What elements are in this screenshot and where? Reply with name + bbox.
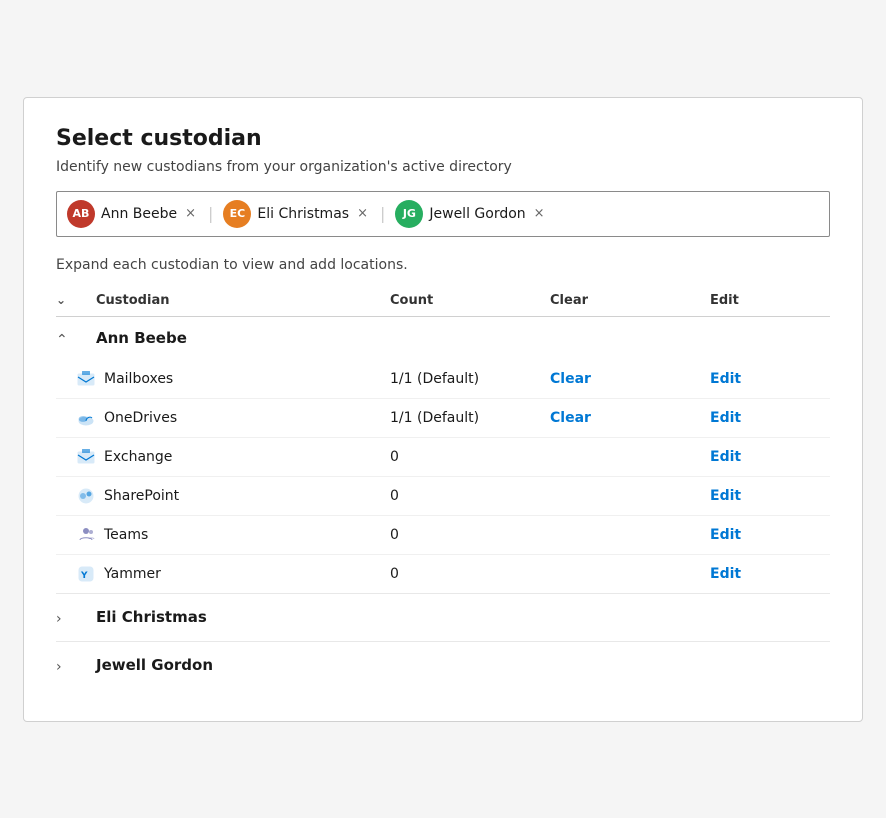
row-label-mailboxes: Mailboxes <box>96 371 390 387</box>
sharepoint-icon <box>56 487 96 505</box>
edit-yammer-button[interactable]: Edit <box>710 566 830 582</box>
tag-eli-christmas: EC Eli Christmas × <box>223 200 370 228</box>
header-edit: Edit <box>710 293 830 308</box>
edit-mailboxes-button[interactable]: Edit <box>710 371 830 387</box>
row-count-exchange: 0 <box>390 449 550 465</box>
clear-mailboxes-button[interactable]: Clear <box>550 371 710 387</box>
mailboxes-icon <box>56 370 96 388</box>
custodian-group-jewell-gordon[interactable]: › Jewell Gordon <box>56 642 830 689</box>
tag-ann-beebe: AB Ann Beebe × <box>67 200 198 228</box>
custodian-name-eli-christmas: Eli Christmas <box>96 608 830 626</box>
expand-jewell-gordon-icon[interactable]: › <box>56 656 96 675</box>
custodian-group-eli-christmas[interactable]: › Eli Christmas <box>56 594 830 642</box>
onedrives-icon <box>56 409 96 427</box>
select-custodian-panel: Select custodian Identify new custodians… <box>23 97 863 722</box>
row-count-teams: 0 <box>390 527 550 543</box>
custodian-group-ann-beebe: ⌃ Ann Beebe Mailboxes 1/1 (Default) Clea… <box>56 317 830 594</box>
collapse-ann-beebe-icon[interactable]: ⌃ <box>56 329 96 348</box>
row-label-exchange: Exchange <box>96 449 390 465</box>
custodian-header-ann-beebe[interactable]: ⌃ Ann Beebe <box>56 317 830 360</box>
row-label-onedrives: OneDrives <box>96 410 390 426</box>
custodian-name-ann-beebe: Ann Beebe <box>96 329 830 347</box>
header-expand-col: ⌄ <box>56 293 96 308</box>
tag-jewell-gordon: JG Jewell Gordon × <box>395 200 546 228</box>
svg-text:Y: Y <box>80 571 88 581</box>
header-clear: Clear <box>550 293 710 308</box>
table-row: Y Yammer 0 Edit <box>56 555 830 593</box>
tag-separator-2: | <box>380 204 385 223</box>
avatar-jewell-gordon: JG <box>395 200 423 228</box>
remove-jewell-gordon-button[interactable]: × <box>532 206 547 221</box>
header-custodian: Custodian <box>96 293 390 308</box>
row-label-yammer: Yammer <box>96 566 390 582</box>
edit-onedrives-button[interactable]: Edit <box>710 410 830 426</box>
edit-teams-button[interactable]: Edit <box>710 527 830 543</box>
custodian-name-jewell-gordon: Jewell Gordon <box>96 656 830 674</box>
exchange-icon <box>56 448 96 466</box>
remove-eli-christmas-button[interactable]: × <box>355 206 370 221</box>
row-count-sharepoint: 0 <box>390 488 550 504</box>
tag-label-ann-beebe: Ann Beebe <box>101 206 177 222</box>
avatar-eli-christmas: EC <box>223 200 251 228</box>
expand-note: Expand each custodian to view and add lo… <box>56 257 830 273</box>
avatar-ann-beebe: AB <box>67 200 95 228</box>
custodian-search-box[interactable]: AB Ann Beebe × | EC Eli Christmas × | JG… <box>56 191 830 237</box>
tag-separator-1: | <box>208 204 213 223</box>
collapse-all-icon[interactable]: ⌄ <box>56 293 66 307</box>
header-count: Count <box>390 293 550 308</box>
edit-sharepoint-button[interactable]: Edit <box>710 488 830 504</box>
yammer-icon: Y <box>56 565 96 583</box>
table-row: Teams 0 Edit <box>56 516 830 555</box>
table-row: SharePoint 0 Edit <box>56 477 830 516</box>
table-header: ⌄ Custodian Count Clear Edit <box>56 285 830 317</box>
remove-ann-beebe-button[interactable]: × <box>183 206 198 221</box>
row-count-yammer: 0 <box>390 566 550 582</box>
clear-onedrives-button[interactable]: Clear <box>550 410 710 426</box>
edit-exchange-button[interactable]: Edit <box>710 449 830 465</box>
row-label-sharepoint: SharePoint <box>96 488 390 504</box>
page-subtitle: Identify new custodians from your organi… <box>56 159 830 175</box>
teams-icon <box>56 526 96 544</box>
tag-label-eli-christmas: Eli Christmas <box>257 206 349 222</box>
page-title: Select custodian <box>56 126 830 151</box>
expand-eli-christmas-icon[interactable]: › <box>56 608 96 627</box>
row-count-mailboxes: 1/1 (Default) <box>390 371 550 387</box>
table-row: Mailboxes 1/1 (Default) Clear Edit <box>56 360 830 399</box>
table-row: OneDrives 1/1 (Default) Clear Edit <box>56 399 830 438</box>
row-count-onedrives: 1/1 (Default) <box>390 410 550 426</box>
tag-label-jewell-gordon: Jewell Gordon <box>429 206 525 222</box>
row-label-teams: Teams <box>96 527 390 543</box>
table-row: Exchange 0 Edit <box>56 438 830 477</box>
